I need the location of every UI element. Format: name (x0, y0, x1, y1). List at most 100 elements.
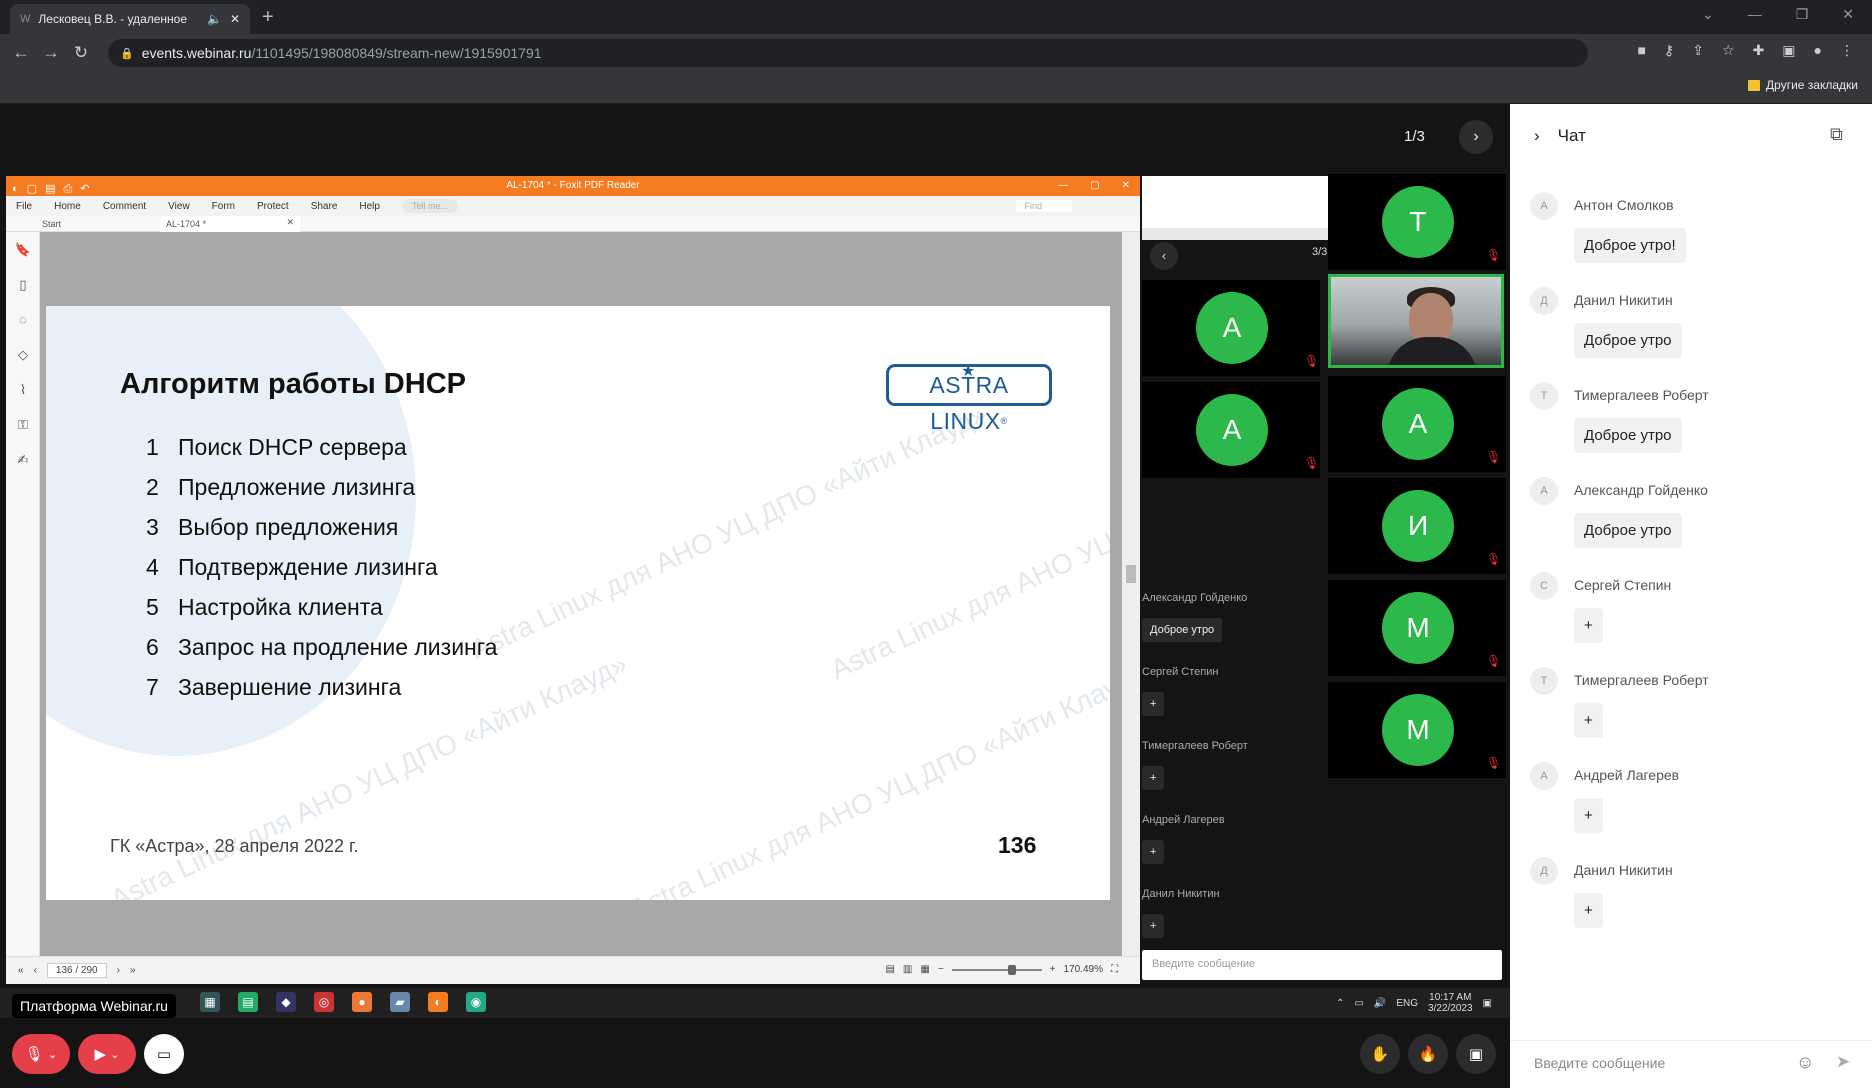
notifications-icon: ▣ (1482, 997, 1492, 1009)
participant-avatar: И (1382, 490, 1454, 562)
share-icon[interactable]: ⇪ (1692, 42, 1704, 59)
chat-avatar: А (1530, 192, 1558, 220)
popout-chat-icon[interactable]: ⧉ (1830, 124, 1843, 145)
video-tile[interactable]: М 🎙 (1328, 682, 1506, 778)
menu-home[interactable]: Home (54, 201, 81, 212)
tab-document[interactable]: AL-1704 * ✕ (160, 216, 300, 232)
video-tile[interactable]: И 🎙 (1328, 478, 1506, 574)
chat-author: Андрей Лагерев (1574, 767, 1680, 783)
camera-icon[interactable]: ■ (1638, 42, 1646, 59)
address-bar[interactable]: 🔒 events.webinar.ru/1101495/198080849/st… (108, 39, 1588, 67)
camera-toggle-button[interactable]: ▶ ⌄ (78, 1034, 136, 1074)
zoom-knob[interactable] (1007, 964, 1016, 975)
layers-icon[interactable]: ◇ (6, 337, 40, 372)
chat-panel (1510, 104, 1872, 1088)
video-tile[interactable]: Т 🎙 (1328, 174, 1506, 270)
browser-tab[interactable]: W Лесковец В.В. - удаленное 🔈 ✕ (10, 4, 250, 34)
layout-button[interactable]: ▣ (1456, 1034, 1496, 1074)
item-text: Настройка клиента (178, 594, 383, 620)
raise-hand-button[interactable]: ✋ (1360, 1034, 1400, 1074)
tab-document-label: AL-1704 * (166, 219, 207, 229)
menu-protect[interactable]: Protect (257, 201, 289, 212)
app-icon: ◎ (314, 992, 334, 1012)
security-icon[interactable]: ⚿ (6, 407, 40, 442)
tab-title: Лесковец В.В. - удаленное (38, 12, 188, 26)
puzzle-icon[interactable]: ✚ (1753, 42, 1765, 59)
reload-icon[interactable]: ↻ (66, 43, 96, 63)
page-indicator[interactable]: 136 / 290 (46, 963, 107, 978)
tell-me-input[interactable]: Tell me... (401, 199, 458, 213)
star-icon[interactable]: ☆ (1722, 42, 1735, 59)
zoom-slider[interactable] (951, 964, 1042, 975)
other-bookmarks[interactable]: Другие закладки (1748, 78, 1858, 92)
video-tile[interactable]: М 🎙 (1328, 580, 1506, 676)
foxit-taskbar-icon: ◐ (428, 992, 448, 1012)
back-icon[interactable]: ← (6, 43, 36, 63)
foxit-title: AL-1704 * - Foxit PDF Reader (506, 180, 640, 191)
tab-start[interactable]: Start (42, 219, 61, 229)
profile-icon[interactable]: ● (1814, 42, 1822, 59)
last-page-icon[interactable]: » (130, 965, 136, 976)
close-window-icon[interactable]: ✕ (1842, 6, 1854, 23)
logo-star-icon: ★ (961, 363, 976, 380)
foxit-maximize-icon[interactable]: ▢ (1090, 176, 1099, 196)
first-page-icon[interactable]: « (18, 965, 24, 976)
menu-view[interactable]: View (168, 201, 190, 212)
restore-icon[interactable]: ❐ (1796, 6, 1809, 23)
pdf-scrollbar[interactable] (1122, 232, 1140, 956)
video-tile[interactable]: А 🎙 (1328, 376, 1506, 472)
find-input[interactable]: Find (1016, 200, 1072, 212)
fullscreen-icon[interactable]: ⛶ (1111, 964, 1118, 975)
screen-share-button[interactable]: ▭ (144, 1034, 184, 1074)
forward-icon[interactable]: → (36, 43, 66, 63)
prev-page-icon[interactable]: ‹ (34, 965, 37, 976)
sidepanel-icon[interactable]: ▣ (1782, 42, 1795, 59)
menu-share[interactable]: Share (311, 201, 338, 212)
network-icon: ▭ (1354, 997, 1364, 1009)
collapse-chat-icon[interactable]: › (1534, 126, 1540, 146)
scroll-thumb[interactable] (1126, 565, 1136, 583)
foxit-close-icon[interactable]: ✕ (1122, 176, 1130, 196)
emoji-icon[interactable]: ☺ (1796, 1052, 1814, 1073)
next-page-button[interactable]: › (1459, 120, 1493, 154)
bookmark-icon[interactable]: 🔖 (6, 232, 40, 267)
chat-bubble: + (1574, 703, 1603, 738)
chat-message-input[interactable]: Введите сообщение (1510, 1040, 1872, 1088)
single-page-icon[interactable]: ▤ (885, 964, 894, 975)
mirrored-chat-name: Тимергалеев Роберт (1142, 740, 1248, 752)
close-doc-icon[interactable]: ✕ (286, 217, 294, 228)
close-tab-icon[interactable]: ✕ (230, 12, 240, 26)
foxit-window-controls: — ▢ ✕ (1058, 176, 1130, 196)
foxit-minimize-icon[interactable]: — (1058, 176, 1068, 196)
signature-icon[interactable]: ✍ (6, 442, 40, 477)
menu-form[interactable]: Form (212, 201, 235, 212)
reactions-button[interactable]: 🔥 (1408, 1034, 1448, 1074)
zoom-in-icon[interactable]: + (1050, 964, 1056, 975)
menu-icon[interactable]: ⋮ (1840, 42, 1854, 59)
facing-icon[interactable]: ▦ (920, 964, 929, 975)
mirrored-chat-name: Александр Гойденко (1142, 592, 1248, 604)
hand-icon: ✋ (1370, 1046, 1390, 1063)
attachments-icon[interactable]: ⌇ (6, 372, 40, 407)
new-tab-button[interactable]: + (262, 6, 274, 29)
pages-icon[interactable]: ▯ (6, 267, 40, 302)
mic-toggle-button[interactable]: 🎙 ⌄ (12, 1034, 70, 1074)
key-icon[interactable]: ⚷ (1664, 42, 1674, 59)
next-page-icon[interactable]: › (117, 965, 120, 976)
firefox-icon: ● (352, 992, 372, 1012)
zoom-level[interactable]: 170.49% (1064, 964, 1103, 975)
other-bookmarks-label: Другие закладки (1766, 78, 1858, 92)
tab-search-icon[interactable]: ⌄ (1702, 6, 1714, 23)
zoom-out-icon[interactable]: − (938, 964, 944, 975)
mic-muted-icon: 🎙 (1304, 456, 1320, 470)
menu-help[interactable]: Help (359, 201, 380, 212)
minimize-icon[interactable]: — (1748, 6, 1762, 23)
participant-avatar: М (1382, 694, 1454, 766)
continuous-icon[interactable]: ▥ (903, 964, 912, 975)
speaker-icon[interactable]: 🔈 (207, 12, 222, 26)
menu-comment[interactable]: Comment (103, 201, 146, 212)
menu-file[interactable]: File (16, 201, 32, 212)
comments-icon[interactable]: ◌ (6, 302, 40, 337)
active-speaker-video[interactable] (1328, 274, 1504, 368)
send-icon[interactable]: ➤ (1836, 1052, 1850, 1072)
